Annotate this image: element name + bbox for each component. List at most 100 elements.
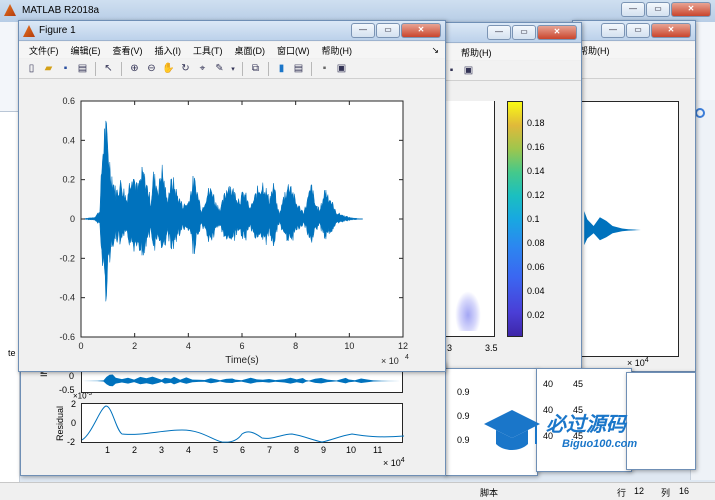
table-value: 40 (543, 379, 554, 389)
main-status-bar: 脚本 行 12 列 16 (0, 482, 715, 500)
status-col: 16 (679, 486, 690, 496)
bottom-xtick: 7 (267, 445, 273, 455)
brush-dropdown-icon[interactable]: ▾ (229, 61, 237, 76)
minimize-icon[interactable]: — (601, 23, 625, 38)
minimize-icon[interactable]: — (351, 23, 375, 38)
zoom-in-icon[interactable]: ⊕ (127, 61, 142, 76)
ytick-label: -0.4 (59, 293, 75, 303)
watermark-title: 必过源码 (546, 414, 626, 436)
imf-tick: 0 (69, 371, 75, 381)
residual-tick: -2 (67, 437, 76, 447)
figure3-menu-bar: 帮助(H) (573, 42, 695, 58)
imf-waveform (82, 374, 401, 387)
menu-desktop[interactable]: 桌面(D) (229, 44, 272, 57)
show-plot-tools-icon[interactable]: ▣ (461, 63, 476, 78)
hide-plot-tools-icon[interactable]: ▪ (317, 61, 332, 76)
dock-arrow-icon[interactable]: ↘ (425, 45, 445, 56)
xtick-label: 2 (132, 341, 137, 351)
figure2-xtick: 3 (447, 343, 453, 353)
bottom-xtick: 1 (105, 445, 111, 455)
bottom-x-multiplier: × 104 (383, 457, 405, 468)
data-cursor-icon[interactable]: ⌖ (195, 61, 210, 76)
ytick-label: 0.6 (62, 96, 75, 106)
main-title: MATLAB R2018a (22, 5, 100, 16)
menu-window[interactable]: 窗口(W) (271, 44, 316, 57)
legend-icon[interactable]: ▤ (291, 61, 306, 76)
figure3-title-bar: — ▭ ✕ (573, 21, 695, 41)
colorbar-icon[interactable]: ▮ (274, 61, 289, 76)
bottom-xtick: 5 (213, 445, 219, 455)
figure2-xtick: 3.5 (485, 343, 498, 353)
ytick-label: -0.2 (59, 253, 75, 263)
menu-file[interactable]: 文件(F) (23, 44, 65, 57)
link-icon[interactable]: ⧉ (248, 61, 263, 76)
maximize-icon[interactable]: ▭ (376, 23, 400, 38)
maximize-icon[interactable]: ▭ (512, 25, 536, 40)
close-icon[interactable]: ✕ (537, 25, 577, 40)
status-col-label: 列 (661, 488, 671, 498)
pointer-icon[interactable]: ↖ (101, 61, 116, 76)
figure-window-bottom[interactable]: IMF 0 -0.5 ×10-3 Residual 2 0 -2 1 2 3 4… (20, 362, 446, 476)
menu-tools[interactable]: 工具(T) (187, 44, 229, 57)
figure-icon (23, 25, 35, 37)
residual-tick: 2 (71, 399, 77, 409)
open-icon[interactable]: ▰ (41, 61, 56, 76)
hide-plot-tools-icon[interactable]: ▪ (444, 63, 459, 78)
colorbar-tick: 0.12 (527, 190, 545, 200)
xtick-label: 4 (186, 341, 191, 351)
main-left-panel: te (0, 112, 20, 482)
figure1-canvas: 0.6 0.4 0.2 0 -0.2 -0.4 -0.6 0 2 4 6 8 10 12 Time(s) × … (20, 80, 444, 370)
figure1-title-bar: Figure 1 — ▭ ✕ (19, 21, 445, 41)
figure1-title: Figure 1 (39, 25, 76, 36)
graduation-cap-icon (484, 410, 540, 450)
imf-plot-area (81, 369, 403, 393)
residual-label: Residual (55, 405, 65, 441)
minimize-icon[interactable]: — (487, 25, 511, 40)
menu-help[interactable]: 帮助(H) (316, 44, 359, 57)
ytick-label: 0.2 (62, 175, 75, 185)
menu-edit[interactable]: 编辑(E) (65, 44, 107, 57)
bottom-xtick: 6 (240, 445, 246, 455)
watermark-url: Biguo100.com (562, 438, 638, 450)
main-title-bar: MATLAB R2018a — ▭ ✕ (0, 0, 715, 22)
colorbar (507, 101, 523, 337)
pan-icon[interactable]: ✋ (161, 61, 176, 76)
status-script: 脚本 (480, 488, 499, 498)
figure3-x-multiplier: × 104 (627, 357, 649, 368)
close-icon[interactable]: ✕ (401, 23, 441, 38)
ytick-label: 0.4 (62, 135, 75, 145)
bottom-xtick: 2 (132, 445, 138, 455)
figure-window-1[interactable]: Figure 1 — ▭ ✕ 文件(F) 编辑(E) 查看(V) 插入(I) 工… (18, 20, 446, 372)
save-icon[interactable]: ▪ (58, 61, 73, 76)
xtick-label: 10 (344, 341, 354, 351)
colorbar-tick: 0.04 (527, 286, 545, 296)
residual-tick: 0 (71, 418, 77, 428)
menu-help[interactable]: 帮助(H) (455, 46, 498, 59)
menu-insert[interactable]: 插入(I) (149, 44, 188, 57)
colorbar-tick: 0.18 (527, 118, 545, 128)
zoom-out-icon[interactable]: ⊖ (144, 61, 159, 76)
xtick-label: 6 (239, 341, 244, 351)
print-icon[interactable]: ▤ (75, 61, 90, 76)
search-icon[interactable] (695, 108, 705, 118)
colorbar-tick: 0.14 (527, 166, 545, 176)
menu-view[interactable]: 查看(V) (107, 44, 149, 57)
brush-icon[interactable]: ✎ (212, 61, 227, 76)
minimize-icon[interactable]: — (621, 2, 645, 17)
main-window-buttons: — ▭ ✕ (621, 2, 711, 17)
rotate-icon[interactable]: ↻ (178, 61, 193, 76)
close-icon[interactable]: ✕ (671, 2, 711, 17)
maximize-icon[interactable]: ▭ (626, 23, 650, 38)
close-icon[interactable]: ✕ (651, 23, 691, 38)
colorbar-tick: 0.02 (527, 310, 545, 320)
bottom-xtick: 9 (321, 445, 327, 455)
figure-window-3[interactable]: — ▭ ✕ 帮助(H) × 104 (572, 20, 696, 372)
x-axis-label: Time(s) (225, 355, 259, 366)
new-icon[interactable]: ▯ (24, 61, 39, 76)
show-plot-tools-icon[interactable]: ▣ (334, 61, 349, 76)
maximize-icon[interactable]: ▭ (646, 2, 670, 17)
x-axis-multiplier: × 10 (381, 356, 399, 366)
figure3-waveform (584, 211, 641, 246)
watermark: 必过源码 Biguo100.com (482, 404, 682, 462)
bottom-xtick: 10 (346, 445, 357, 455)
